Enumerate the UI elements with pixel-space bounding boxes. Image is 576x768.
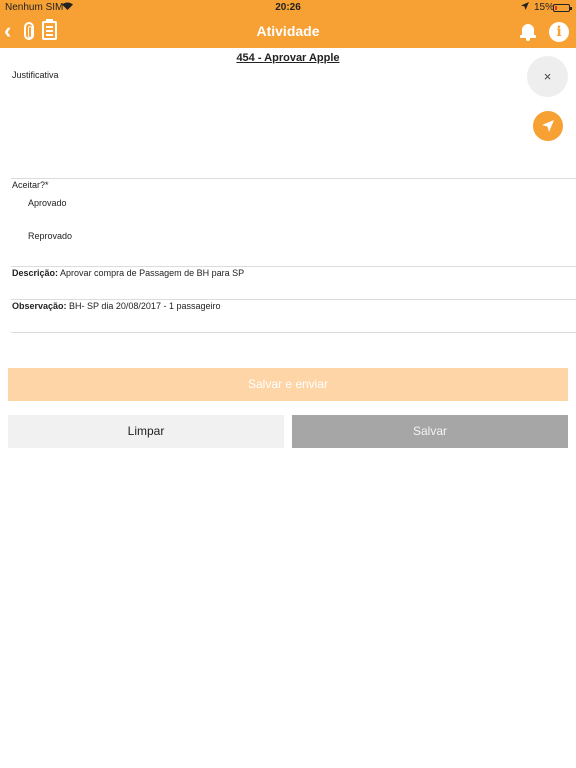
location-arrow-icon: [521, 2, 529, 12]
clear-button[interactable]: Limpar: [8, 415, 284, 448]
option-reprovado[interactable]: Reprovado: [28, 231, 72, 241]
info-icon[interactable]: i: [549, 22, 569, 42]
battery-percentage: 15%: [534, 2, 555, 13]
accept-underline: [11, 266, 576, 267]
accept-label: Aceitar?*: [12, 180, 49, 190]
save-and-send-button[interactable]: Salvar e enviar: [8, 368, 568, 401]
top-bar: Nenhum SIM 20:26 15% ‹ Atividade i: [0, 0, 576, 48]
justification-label: Justificativa: [12, 70, 59, 80]
battery-icon: [553, 4, 572, 12]
status-time: 20:26: [275, 2, 301, 13]
description-label: Descrição:: [12, 268, 59, 278]
navigation-arrow-icon[interactable]: [533, 111, 563, 141]
battery-fill: [555, 6, 557, 10]
observation-value: BH- SP dia 20/08/2017 - 1 passageiro: [69, 301, 221, 311]
observation-underline: [11, 332, 576, 333]
option-aprovado[interactable]: Aprovado: [28, 198, 67, 208]
justification-input[interactable]: [11, 82, 523, 177]
activity-heading: 454 - Aprovar Apple: [236, 52, 340, 64]
observation-row: Observação: BH- SP dia 20/08/2017 - 1 pa…: [12, 301, 220, 311]
navigation-bar: ‹ Atividade i: [0, 16, 576, 48]
page-title: Atividade: [256, 23, 320, 39]
description-row: Descrição: Aprovar compra de Passagem de…: [12, 268, 244, 278]
status-bar: Nenhum SIM 20:26 15%: [0, 0, 576, 16]
description-underline: [11, 299, 576, 300]
observation-label: Observação:: [12, 301, 67, 311]
justification-underline: [11, 178, 576, 179]
save-button[interactable]: Salvar: [292, 415, 568, 448]
description-value: Aprovar compra de Passagem de BH para SP: [60, 268, 245, 278]
close-icon[interactable]: ×: [527, 56, 568, 97]
bell-icon[interactable]: [520, 23, 536, 41]
